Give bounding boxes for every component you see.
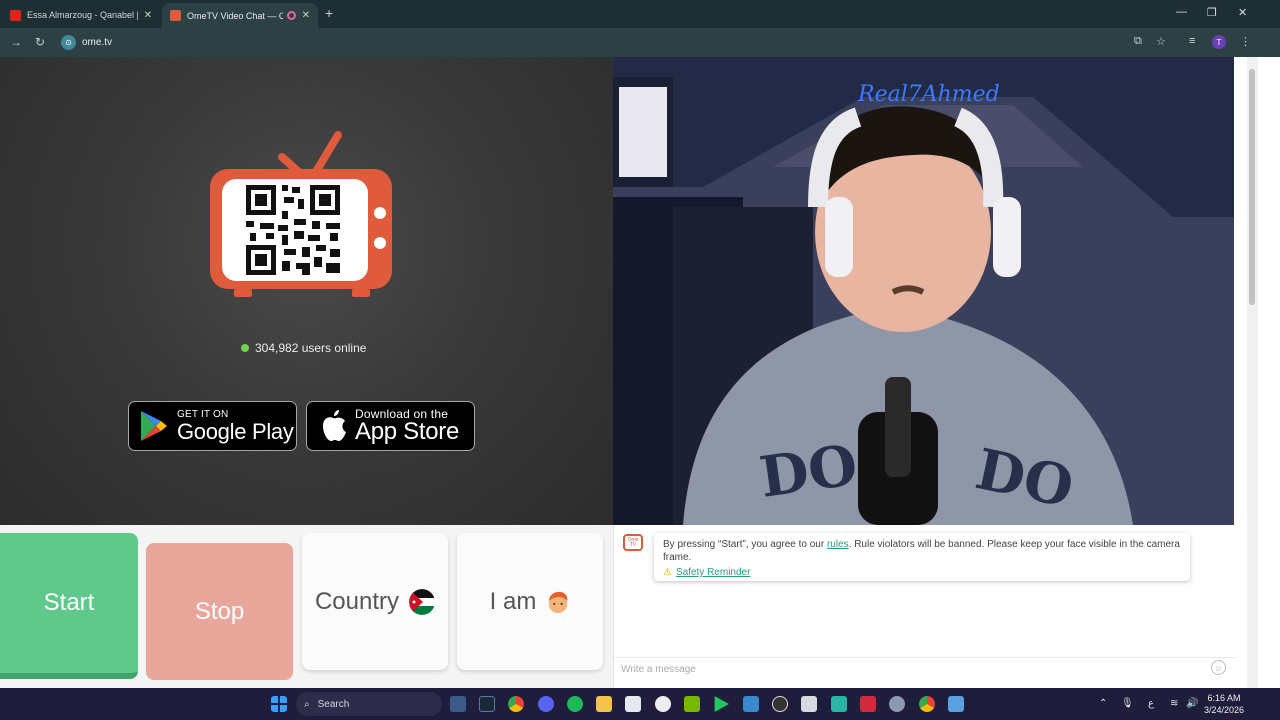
utility-icon[interactable] [801,696,817,712]
discord-icon[interactable] [538,696,554,712]
xbox-icon[interactable] [655,696,671,712]
control-panel: Start Stop Country I am [0,525,613,688]
system-clock[interactable]: 6:16 AM 3/24/2026 [1200,692,1248,716]
taskbar: ⌕ Search ⌃ 🎙 ع ≋ 🔊 6:16 AM 3/24/2026 [0,688,1280,720]
clock-time: 6:16 AM [1207,693,1241,703]
spotify-icon[interactable] [567,696,583,712]
svg-text:DO: DO [756,432,862,511]
google-play-icon [141,411,167,441]
tab-youtube[interactable]: Essa Almarzoug - Qanabel | قنابل ✕ [2,3,160,28]
file-explorer-icon[interactable] [596,696,612,712]
tray-overflow-icon[interactable]: ⌃ [1099,698,1107,709]
tab-title: Essa Almarzoug - Qanabel | قنابل [27,10,138,20]
stop-button-label: Stop [194,597,245,625]
url-text[interactable]: ome.tv [82,37,112,48]
chrome-icon[interactable] [508,696,524,712]
close-window-button[interactable]: ✕ [1238,6,1247,19]
male-avatar-icon [549,591,568,613]
static-screen-panel: 304,982 users online GET IT ON Google Pl… [0,57,613,525]
profile-avatar[interactable]: T [1212,35,1226,49]
minimize-button[interactable]: — [1176,6,1187,18]
search-icon: ⌕ [304,698,310,710]
emoji-icon[interactable]: ☺ [1211,660,1226,675]
taskbar-search[interactable]: ⌕ Search [296,692,442,716]
restore-button[interactable]: ❐ [1207,6,1217,19]
users-online-indicator: 304,982 users online [241,341,366,355]
logitech-icon[interactable] [772,696,788,712]
app-store-button[interactable]: Download on the App Store [306,401,475,451]
safety-reminder-link[interactable]: Safety Reminder [676,567,750,578]
microphone-icon[interactable]: 🎙 [1121,698,1134,709]
users-online-count: 304,982 users online [255,341,367,355]
omnibox[interactable]: ⊙ ome.tv [56,31,1116,54]
volume-icon[interactable]: 🔊 [1186,698,1198,709]
google-play-big-label: Google Play [177,418,294,444]
menu-kebab-icon[interactable]: ⋮ [1240,35,1251,48]
media-player-icon[interactable] [714,696,729,712]
ometv-app-icon[interactable] [831,696,847,712]
recording-icon [286,11,296,20]
google-play-button[interactable]: GET IT ON Google Play [128,401,297,451]
tab-title: OmeTV Video Chat — Ome [187,10,283,21]
forward-icon[interactable]: → [10,35,22,49]
ometv-logo-icon: Ome TV [623,534,643,551]
scrollbar-thumb[interactable] [1249,69,1255,305]
country-button[interactable]: Country [302,533,448,670]
new-tab-button[interactable]: + [325,5,333,21]
rules-notice: By pressing “Start”, you agree to our ru… [654,533,1190,581]
taskbar-search-placeholder: Search [317,698,350,710]
close-tab-icon[interactable]: ✕ [144,10,152,21]
close-tab-icon[interactable]: ✕ [302,10,310,21]
tv-qr-code-logo [210,131,392,297]
bookmark-star-icon[interactable]: ☆ [1156,35,1166,48]
address-bar-row: → ↻ ⊙ ome.tv ⧉ ☆ ≡ T ⋮ [0,28,1280,57]
online-status-dot [241,344,249,352]
cast-icon[interactable]: ⧉ [1134,35,1142,48]
page-scrollbar[interactable] [1247,57,1258,688]
notice-text-before: By pressing “Start”, you agree to our [663,539,827,550]
input-language[interactable]: ع [1148,698,1154,709]
browser-app-icon[interactable] [948,696,964,712]
chat-panel: Ome TV By pressing “Start”, you agree to… [613,525,1235,688]
settings-gear-icon[interactable] [889,696,905,712]
chrome-active-icon[interactable] [919,696,935,712]
message-input[interactable]: Write a message [614,657,1235,679]
wifi-icon[interactable]: ≋ [1170,698,1178,709]
webcam-video: Real7Ahmed DO DO [613,57,1234,525]
rules-link[interactable]: rules [827,539,849,550]
tab-ometv[interactable]: OmeTV Video Chat — Ome ✕ [162,3,318,28]
page-viewport: 304,982 users online GET IT ON Google Pl… [0,57,1247,688]
jordan-flag-icon [409,588,436,615]
camera-app-icon[interactable] [450,696,466,712]
country-button-label: Country [314,587,400,615]
google-play-small-label: GET IT ON [177,408,229,420]
gender-button-label: I am [489,587,537,615]
winrar-icon[interactable] [860,696,876,712]
youtube-icon [10,10,21,21]
webcam-scene: Real7Ahmed DO DO [613,57,1234,525]
reload-icon[interactable]: ↻ [35,35,45,49]
svg-text:Real7Ahmed: Real7Ahmed [857,82,1000,107]
tab-strip: Essa Almarzoug - Qanabel | قنابل ✕ OmeTV… [0,0,1280,28]
app-icon[interactable] [743,696,759,712]
gender-button[interactable]: I am [457,533,603,670]
store-icon[interactable] [625,696,641,712]
app-store-big-label: App Store [355,417,460,445]
windows-start-icon[interactable] [271,696,287,712]
stop-button[interactable]: Stop [146,543,293,680]
start-button[interactable]: Start [0,533,138,679]
steam-icon[interactable] [479,696,495,712]
apple-icon [323,410,346,441]
ometv-favicon-icon [170,10,181,21]
warning-icon: ⚠ [663,567,672,578]
clock-date: 3/24/2026 [1203,705,1245,715]
site-info-icon[interactable]: ⊙ [61,35,76,50]
reading-list-icon[interactable]: ≡ [1189,35,1195,47]
nvidia-icon[interactable] [684,696,700,712]
start-button-label: Start [43,589,95,616]
window-edge [1258,57,1280,688]
